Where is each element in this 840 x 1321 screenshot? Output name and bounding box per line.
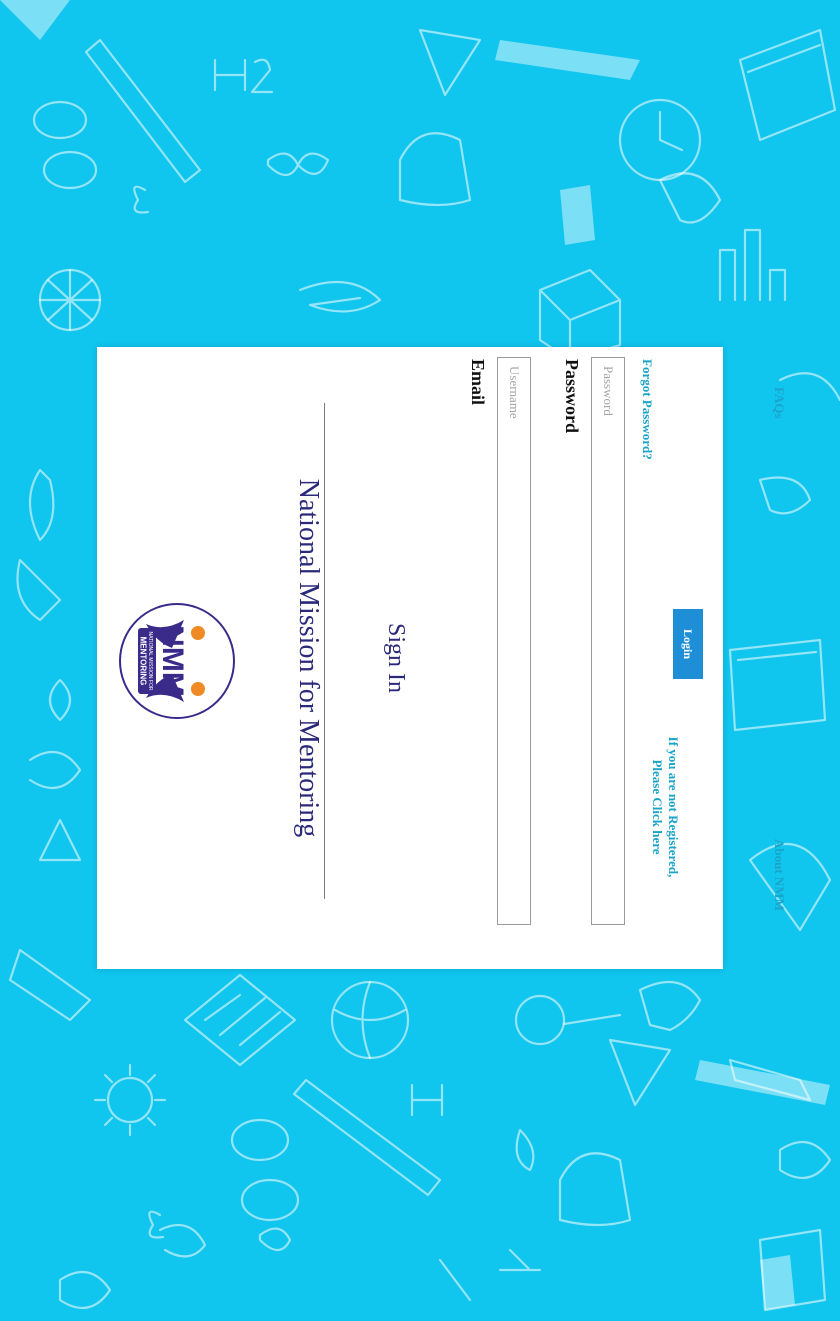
nmm-logo: NMM NATIONAL MISSION FOR MENTORING [119,603,235,719]
register-link-line1: If you are not Registered, [666,736,681,878]
forgot-password-link[interactable]: Forgot Password? [639,359,655,460]
sign-in-heading: Sign In [383,622,409,693]
site-title: National Mission for Mentoring [293,478,324,838]
register-link[interactable]: If you are not Registered, Please Click … [649,707,681,907]
password-label: Password [562,359,582,434]
faqs-link[interactable]: FAQs [771,387,787,419]
login-button[interactable]: Login [673,609,703,679]
email-input[interactable] [497,357,531,925]
password-input[interactable] [591,357,625,925]
logo-letters: NMM [156,625,189,697]
login-form: NMM NATIONAL MISSION FOR MENTORING Natio… [97,347,787,969]
email-label: Email [468,359,488,406]
logo-banner-bottom: MENTORING [139,637,148,686]
register-link-line2: Please Click here [650,759,665,855]
title-divider [324,403,325,899]
login-card: NMM NATIONAL MISSION FOR MENTORING Natio… [97,347,787,969]
about-nmm-link[interactable]: About NMM [771,839,787,911]
logo-banner-top: NATIONAL MISSION FOR [147,632,153,691]
